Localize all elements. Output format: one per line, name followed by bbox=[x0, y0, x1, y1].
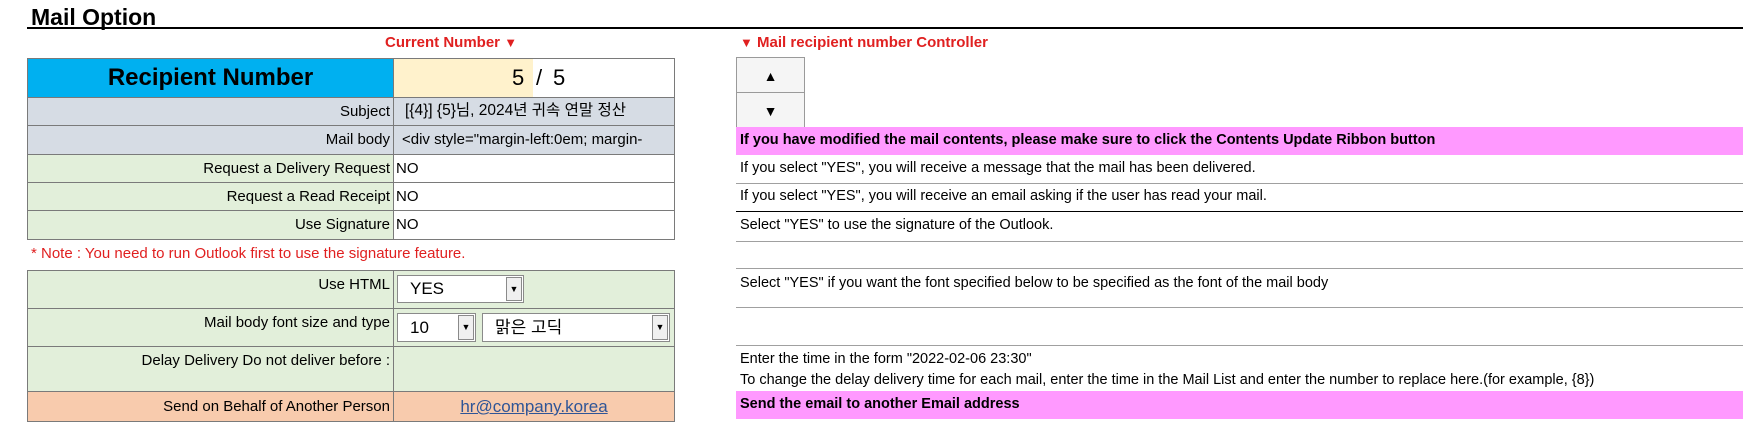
use-html-selected: YES bbox=[410, 279, 445, 298]
behalf-email-link[interactable]: hr@company.korea bbox=[460, 397, 607, 416]
font-size-dropdown[interactable]: 10 ▼ bbox=[397, 313, 476, 342]
chevron-down-icon[interactable]: ▼ bbox=[652, 315, 668, 340]
current-number-value[interactable]: 5 bbox=[512, 65, 524, 91]
number-separator: / bbox=[536, 65, 543, 90]
read-receipt-value[interactable]: NO bbox=[393, 182, 675, 211]
divider bbox=[736, 345, 1743, 346]
use-html-dropdown[interactable]: YES ▼ bbox=[397, 275, 524, 303]
mail-body-label: Mail body bbox=[27, 125, 394, 155]
delivery-request-label: Request a Delivery Request bbox=[27, 154, 394, 183]
font-label: Mail body font size and type bbox=[27, 308, 394, 347]
current-number-text: Current Number bbox=[385, 34, 501, 51]
total-number-value: 5 bbox=[553, 65, 566, 90]
use-html-cell: YES ▼ bbox=[393, 270, 675, 309]
recipient-number-label: Recipient Number bbox=[27, 58, 394, 98]
divider bbox=[736, 183, 1743, 184]
mail-body-value[interactable]: <div style="margin-left:0em; margin- bbox=[393, 125, 675, 155]
chevron-down-icon[interactable]: ▼ bbox=[506, 277, 522, 301]
title-underline bbox=[27, 27, 1743, 29]
signature-note: * Note : You need to run Outlook first t… bbox=[31, 245, 466, 262]
use-signature-label: Use Signature bbox=[27, 210, 394, 240]
decrease-recipient-button[interactable]: ▼ bbox=[736, 92, 805, 129]
subject-value[interactable]: [{4}] {5}님, 2024년 귀속 연말 정산 bbox=[393, 97, 675, 126]
font-size-selected: 10 bbox=[410, 318, 429, 337]
html-description: Select "YES" if you want the font specif… bbox=[740, 275, 1329, 291]
recipient-number-cell: 5 / 5 bbox=[393, 58, 675, 98]
font-face-selected: 맑은 고딕 bbox=[495, 318, 563, 337]
read-description: If you select "YES", you will receive an… bbox=[740, 188, 1267, 204]
delay-description-2: To change the delay delivery time for ea… bbox=[740, 372, 1595, 388]
divider bbox=[736, 241, 1743, 242]
delivery-description: If you select "YES", you will receive a … bbox=[740, 160, 1256, 176]
chevron-down-icon[interactable]: ▼ bbox=[458, 315, 474, 340]
divider bbox=[736, 211, 1743, 212]
controller-text: Mail recipient number Controller bbox=[757, 34, 988, 51]
down-marker-icon: ▼ bbox=[504, 35, 518, 50]
increase-recipient-button[interactable]: ▲ bbox=[736, 57, 805, 94]
delay-description-1: Enter the time in the form "2022-02-06 2… bbox=[740, 351, 1032, 367]
use-html-label: Use HTML bbox=[27, 270, 394, 309]
delay-delivery-value[interactable] bbox=[393, 346, 675, 392]
font-face-dropdown[interactable]: 맑은 고딕 ▼ bbox=[482, 313, 670, 342]
send-behalf-cell: hr@company.korea bbox=[393, 391, 675, 422]
divider bbox=[736, 307, 1743, 308]
contents-update-notice: If you have modified the mail contents, … bbox=[736, 127, 1743, 155]
current-number-label: Current Number ▼ bbox=[385, 34, 517, 51]
divider bbox=[736, 268, 1743, 269]
font-cell: 10 ▼ 맑은 고딕 ▼ bbox=[393, 308, 675, 347]
down-arrow-icon: ▼ bbox=[763, 102, 778, 119]
delay-delivery-label: Delay Delivery Do not deliver before : bbox=[27, 346, 394, 392]
behalf-description: Send the email to another Email address bbox=[736, 391, 1743, 419]
down-marker-icon: ▼ bbox=[740, 35, 753, 50]
subject-label: Subject bbox=[27, 97, 394, 126]
signature-description: Select "YES" to use the signature of the… bbox=[740, 217, 1054, 233]
read-receipt-label: Request a Read Receipt bbox=[27, 182, 394, 211]
delivery-request-value[interactable]: NO bbox=[393, 154, 675, 183]
controller-label: ▼ Mail recipient number Controller bbox=[740, 34, 988, 51]
up-arrow-icon: ▲ bbox=[763, 67, 778, 84]
send-behalf-label: Send on Behalf of Another Person bbox=[27, 391, 394, 422]
use-signature-value[interactable]: NO bbox=[393, 210, 675, 240]
